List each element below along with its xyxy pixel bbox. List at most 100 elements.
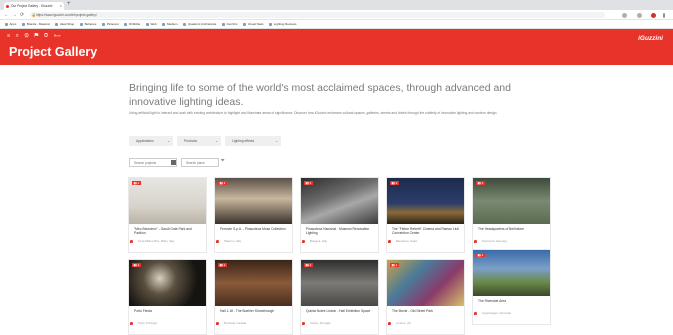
card-title: Ferrovie S.p.A. - Pinacoteca Muse Collec… [220,227,286,231]
grid-view-icon[interactable] [171,159,176,165]
header-more-link[interactable]: More [54,34,61,38]
location-pin-icon [130,240,133,243]
project-card[interactable]: ▮▮ ♦ Pinacoteca Nacional - Museum Renova… [300,177,379,253]
header-nav-icons[interactable]: ≡ ⌕ ⚙ ⚑ ◎ More [7,33,61,40]
card-badge: ▮▮ ♦ [304,181,313,185]
bookmark-item[interactable]: Apps [5,20,17,28]
project-card[interactable]: ▮▮ ♦ Quinta Nobre Lisbon - Hall Exhibiti… [300,259,379,335]
back-icon[interactable]: ← [4,12,9,18]
bookmark-item[interactable]: Brands - Material [22,20,50,28]
menu-kebab-icon[interactable] [663,12,665,18]
chevron-down-icon: ⌄ [215,139,218,143]
filter-label: Products [184,139,198,143]
card-title: The "Fiebre Rebeth" Cinema and Ramon Llu… [392,227,459,236]
chevron-down-icon: ⌄ [275,139,278,143]
reload-icon[interactable]: ⟳ [20,12,24,18]
filter-lighting-effects[interactable]: Lighting effects ⌄ [225,136,281,146]
browser-tab[interactable]: Our Project Gallery - iGuzzini × [4,2,64,10]
card-title: "Miro Beurdeux" - Gaudi Gate Park and Pa… [134,227,192,236]
bookmark-item[interactable]: Behance [80,20,97,28]
bookmark-item[interactable]: Medium [162,20,178,28]
bookmark-item[interactable]: Ideal Shop [55,20,74,28]
header-icons[interactable]: ≡ ⌕ ⚙ ⚑ ◎ [7,33,50,39]
card-location-text: Palermo, Italy [224,239,242,243]
location-pin-icon [388,322,391,325]
site-header: ≡ ⌕ ⚙ ⚑ ◎ More Project Gallery iGuzzini [0,29,673,65]
project-search-input[interactable] [129,158,177,167]
url-text: https://www.iguzzini.com/int/project-gal… [36,13,97,17]
new-tab-button[interactable]: + [67,1,71,7]
card-title: Hall 1.18 - The Buehler Showthrough [220,309,275,313]
project-card[interactable]: ▮▮ ♦ The Movie - Old Street Park London,… [386,259,465,335]
location-pin-icon [216,240,219,243]
bookmark-item[interactable]: iGuzzini [222,20,238,28]
card-title: The Movie - Old Street Park [392,309,433,313]
location-pin-icon [302,322,305,325]
bookmark-item[interactable]: Pinterest [102,20,119,28]
favicon-icon [6,4,9,8]
card-badge: ▮▮ ♦ [304,263,313,267]
location-pin-icon [474,312,477,315]
chevron-down-icon: ⌄ [167,139,170,143]
card-location-text: Montreal, Canada [224,321,247,325]
card-location-text: Bologna, Italy [310,239,327,243]
card-location: Palermo, Italy [216,239,288,244]
filter-applications[interactable]: Applications ⌄ [129,136,173,146]
tab-title: Our Project Gallery - iGuzzini [11,4,53,8]
project-card[interactable]: ▮▮ ♦ The "Fiebre Rebeth" Cinema and Ramo… [386,177,465,253]
location-pin-icon [216,322,219,325]
project-card[interactable]: ▮▮ ♦ Porto Fiesta Porto, Portugal [128,259,207,335]
project-card[interactable]: ▮▮ ♦ The Headquarters of Berlinform Dort… [472,177,551,253]
card-location: Dortmund, Germany [474,239,546,244]
brand-logo[interactable]: iGuzzini [638,35,663,42]
intro-headline: Bringing life to some of the world's mos… [129,82,511,108]
card-title: The Headquarters of Berlinform [478,227,525,231]
filter-products[interactable]: Products ⌄ [177,136,221,146]
project-card[interactable]: ▮▮ ♦ The Riverside Area Copenhagen, Denm… [472,249,551,325]
bookmark-item[interactable]: Quaderni Architettura [183,20,216,28]
card-badge: ▮▮ ♦ [476,253,485,257]
location-search-input[interactable] [181,158,219,167]
intro-paragraph: Using artificial light to interact and w… [129,111,498,115]
page-title: Project Gallery [9,45,98,59]
extension-icon[interactable] [622,12,627,18]
card-location: Barcelona, Spain [388,239,460,244]
bookmark-item[interactable]: Lighting Reviews [269,20,297,28]
card-title: Pinacoteca Nacional - Museum Renovation … [306,227,370,236]
project-card[interactable]: ▮▮ ♦ Hall 1.18 - The Buehler Showthrough… [214,259,293,335]
card-location-text: Lisbon, Portugal [310,321,331,325]
card-badge: ▮▮ ♦ [390,263,399,267]
address-bar[interactable]: 🔒 https://www.iguzzini.com/int/project-g… [30,12,605,18]
browser-toolbar: ← → ⟳ 🔒 https://www.iguzzini.com/int/pro… [0,10,673,20]
filter-label: Lighting effects [232,139,255,143]
lock-icon: 🔒 [31,13,36,17]
browser-tabstrip: Our Project Gallery - iGuzzini × + [0,0,673,10]
bookmark-item[interactable]: Dribbble [124,20,140,28]
bookmark-item[interactable]: Web [146,20,156,28]
card-location: Porto, Portugal [130,321,202,326]
card-location: London, UK [388,321,460,326]
project-card[interactable]: ▮▮ ♦ Ferrovie S.p.A. - Pinacoteca Muse C… [214,177,293,253]
location-pin-icon[interactable]: ⌖ [221,158,224,165]
card-badge: ▮▮ ♦ [390,181,399,185]
close-tab-icon[interactable]: × [60,2,62,10]
project-card[interactable]: ▮▮ ♦ "Miro Beurdeux" - Gaudi Gate Park a… [128,177,207,253]
location-pin-icon [388,240,391,243]
card-badge: ▮▮ ♦ [476,181,485,185]
bookmarks-bar: Apps Brands - Material Ideal Shop Behanc… [0,20,673,29]
card-location-text: Fiera Milano Rho, Milan, Italy [138,239,175,243]
location-pin-icon [130,322,133,325]
card-title: Porto Fiesta [134,309,152,313]
card-location-text: Barcelona, Spain [396,239,418,243]
card-title: Quinta Nobre Lisbon - Hall Exhibition Sp… [306,309,371,313]
bookmark-star-icon[interactable] [637,12,642,18]
bookmark-item[interactable]: Visual Stats [243,20,264,28]
card-location: Montreal, Canada [216,321,288,326]
profile-avatar-icon[interactable] [651,12,656,18]
card-location: Fiera Milano Rho, Milan, Italy [130,239,202,244]
card-badge: ▮▮ ♦ [132,181,141,185]
forward-icon[interactable]: → [12,12,17,18]
card-location: Bologna, Italy [302,239,374,244]
filter-label: Applications [136,139,154,143]
card-location-text: Copenhagen, Denmark [482,311,511,315]
